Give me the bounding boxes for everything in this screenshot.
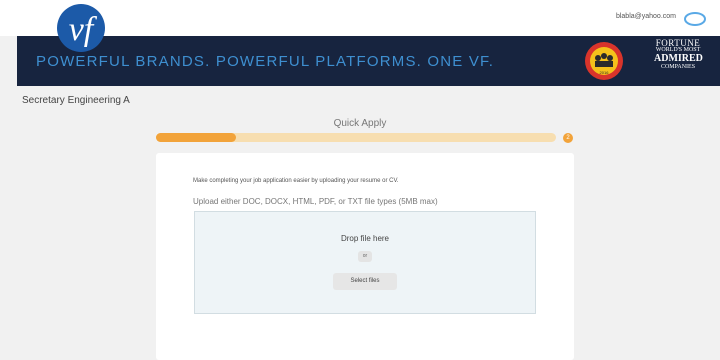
job-title: Secretary Engineering A xyxy=(22,95,130,106)
seal-year: 2016 xyxy=(600,70,610,75)
cloud-icon[interactable] xyxy=(684,10,706,26)
award-seal-icon: 2016 xyxy=(585,42,623,80)
file-dropzone[interactable]: Drop file here or Select files xyxy=(194,211,536,314)
progress-fill xyxy=(156,133,236,142)
upload-intro-text: Make completing your job application eas… xyxy=(193,178,399,184)
vf-logo[interactable]: vf xyxy=(52,4,110,54)
fortune-badge: FORTUNE WORLD'S MOST ADMIRED COMPANIES xyxy=(654,38,703,71)
fortune-line-3: ADMIRED xyxy=(654,53,703,64)
fortune-line-1: FORTUNE xyxy=(655,38,701,48)
step-title: Quick Apply xyxy=(333,118,387,129)
brand-tagline: POWERFUL BRANDS. POWERFUL PLATFORMS. ONE… xyxy=(36,53,495,70)
select-files-button[interactable]: Select files xyxy=(333,273,397,290)
drop-label: Drop file here xyxy=(340,234,390,243)
fortune-line-4: COMPANIES xyxy=(660,64,696,70)
file-types-text: Upload either DOC, DOCX, HTML, PDF, or T… xyxy=(193,197,438,206)
progress-bar xyxy=(156,133,556,142)
user-email[interactable]: blabla@yahoo.com xyxy=(616,13,676,20)
progress-end-badge: 2 xyxy=(563,133,573,143)
or-label: or xyxy=(358,251,372,262)
